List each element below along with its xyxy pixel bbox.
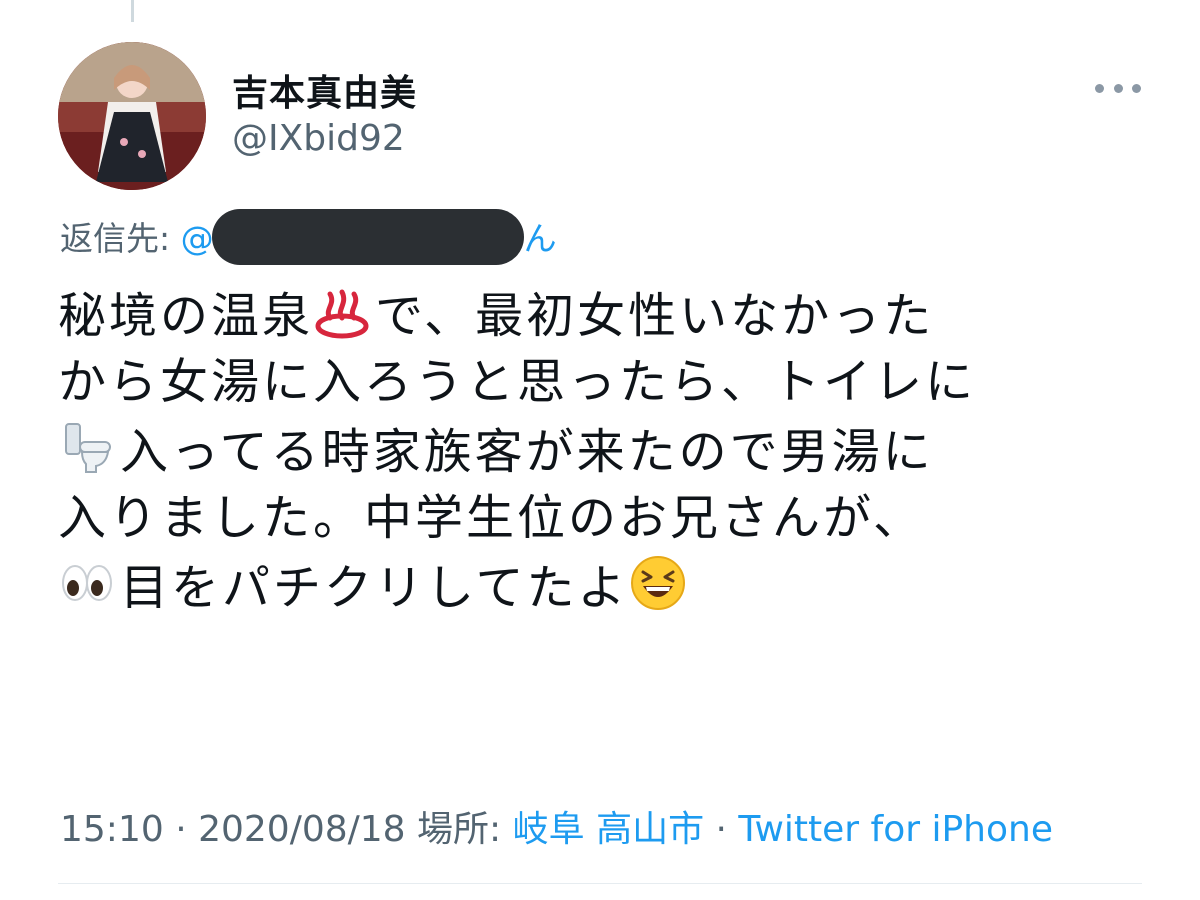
divider: [58, 883, 1142, 884]
tweet-line-text: 目をパチクリしてたよ: [120, 560, 629, 616]
reply-mention-end[interactable]: ん: [524, 219, 557, 258]
location-label: 場所:: [405, 809, 513, 850]
more-options-icon[interactable]: [1095, 78, 1141, 98]
tweet-line-2: から女湯に入ろうと思ったら、トイレに: [58, 350, 1158, 418]
grinning-squinting-face-icon: [630, 556, 685, 610]
tweet-line-3: 入ってる時家族客が来たので男湯に: [58, 418, 1158, 486]
tweet-line-text: 入ってる時家族客が来たので男湯に: [120, 424, 934, 480]
display-name[interactable]: 吉本真由美: [232, 64, 417, 116]
eyes-icon: [62, 565, 112, 601]
thread-connector-line: [131, 0, 134, 22]
tweet-line-1: 秘境の温泉 で、最初女性いなかった: [58, 282, 1158, 350]
reply-mention-start[interactable]: @: [181, 219, 214, 258]
source-link[interactable]: Twitter for iPhone: [738, 809, 1053, 850]
tweet-text: 秘境の温泉 で、最初女性いなかった から女湯に入ろうと思ったら、トイレに 入って…: [58, 282, 1158, 622]
reply-prefix: 返信先:: [60, 219, 181, 258]
user-handle[interactable]: @IXbid92: [232, 118, 405, 159]
tweet-line-text: 入りました。中学生位のお兄さんが、: [58, 490, 925, 546]
tweet-line-text: 秘境の温泉: [58, 288, 314, 344]
tweet-line-text: から女湯に入ろうと思ったら、トイレに: [58, 354, 977, 410]
tweet-line-4: 入りました。中学生位のお兄さんが、: [58, 486, 1158, 554]
tweet-line-text: で、最初女性いなかった: [375, 288, 935, 344]
tweet-time[interactable]: 15:10: [60, 809, 164, 850]
tweet-metadata: 15:10 · 2020/08/18 場所: 岐阜 高山市 · Twitter …: [60, 800, 1053, 852]
avatar[interactable]: [58, 42, 206, 190]
tweet-date[interactable]: 2020/08/18: [198, 809, 406, 850]
tweet-line-5: 目をパチクリしてたよ: [58, 554, 1158, 622]
toilet-icon: [65, 423, 111, 473]
location-link[interactable]: 岐阜 高山市: [513, 809, 704, 850]
redaction-bar: [211, 208, 524, 265]
hotsprings-icon: [315, 289, 369, 339]
reply-to-line: 返信先: @ ん: [60, 208, 557, 269]
meta-separator: ·: [704, 809, 739, 850]
meta-separator: ·: [163, 809, 199, 850]
